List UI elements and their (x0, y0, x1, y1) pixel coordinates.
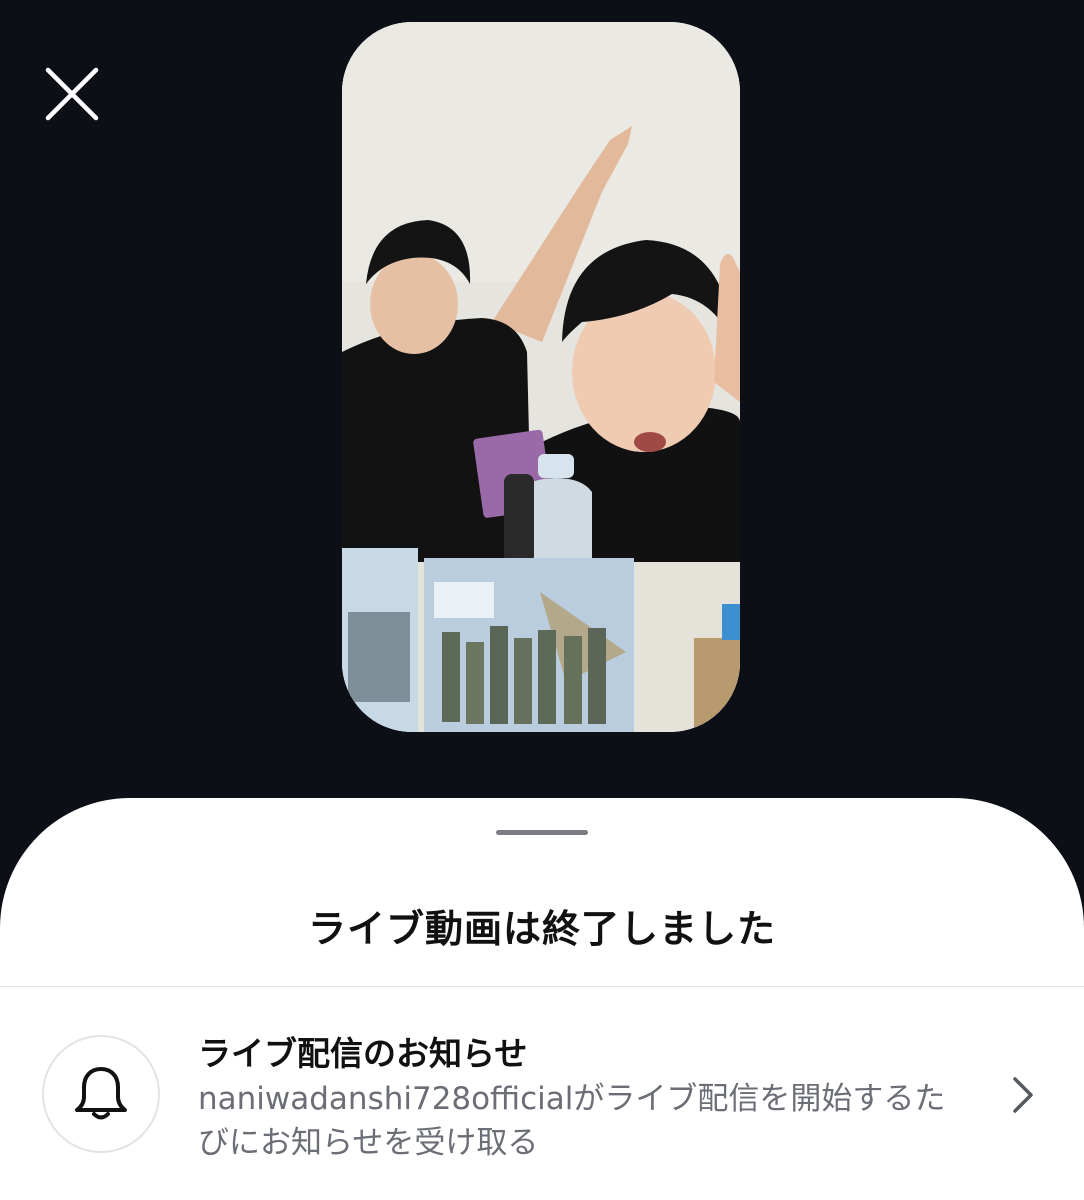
notification-title: ライブ配信のお知らせ (198, 1034, 528, 1073)
sheet-drag-handle[interactable] (496, 830, 588, 835)
bell-icon (75, 1067, 127, 1120)
live-notification-row[interactable]: ライブ配信のお知らせ naniwadanshi728officialがライブ配信… (0, 987, 1084, 1200)
live-video-thumbnail (342, 22, 740, 732)
notification-description: naniwadanshi728officialがライブ配信を開始するたびにお知ら… (198, 1081, 946, 1161)
close-icon (45, 67, 99, 121)
bell-icon-container (42, 1035, 160, 1153)
chevron-right-icon (1013, 1077, 1033, 1113)
sheet-title: ライブ動画は終了しました (307, 907, 776, 951)
live-ended-sheet: ライブ動画は終了しました ライブ配信のお知らせ naniwadanshi728o… (0, 798, 1084, 1200)
close-button[interactable] (40, 62, 104, 126)
